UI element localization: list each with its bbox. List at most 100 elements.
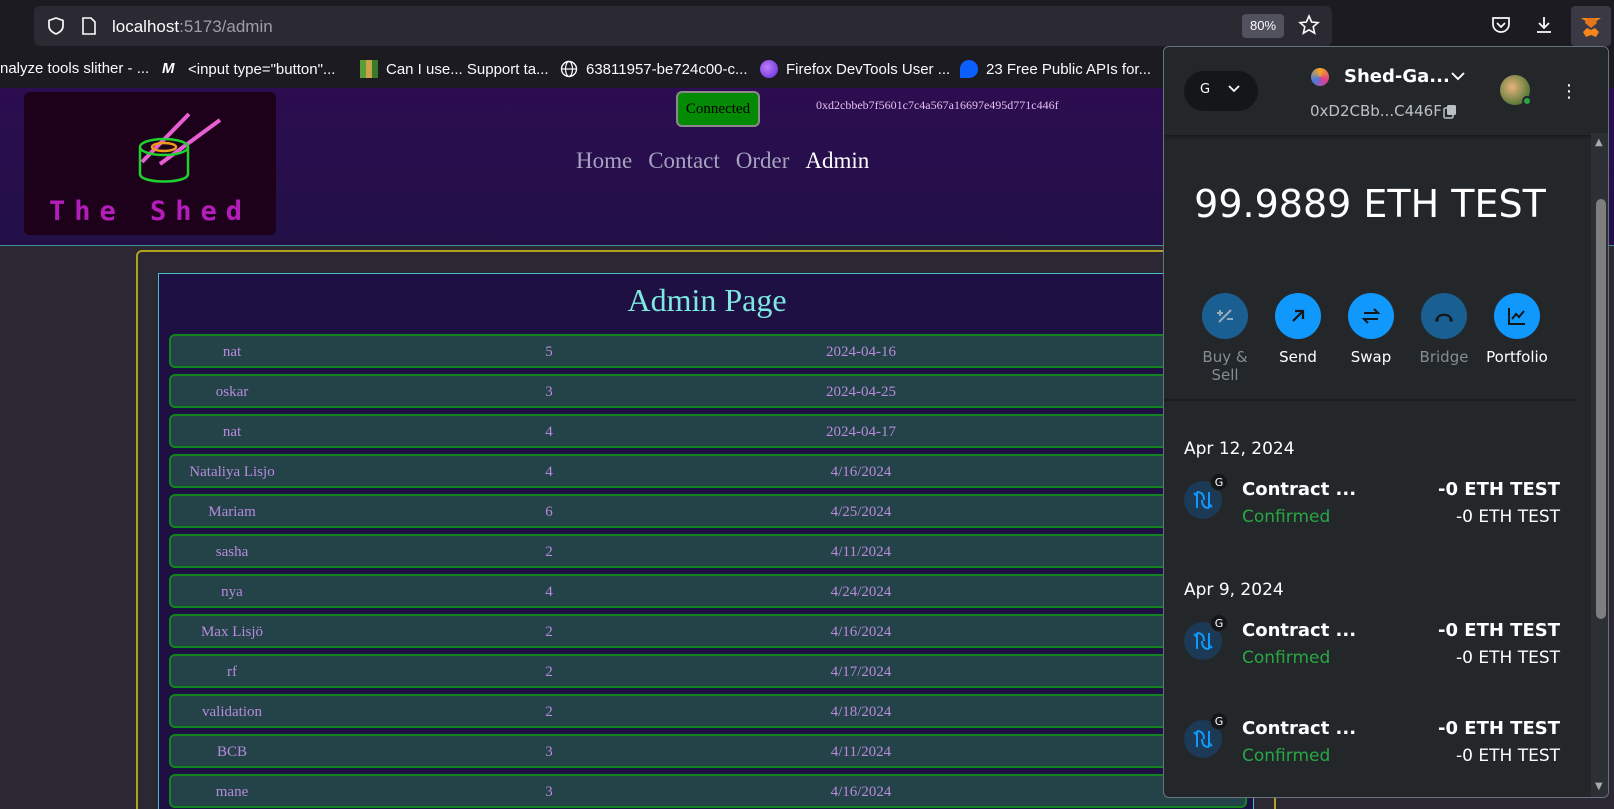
url-host: localhost <box>112 17 180 36</box>
cell-name: oskar <box>215 384 249 400</box>
cell-date: 2024-04-16 <box>826 344 896 360</box>
send-action[interactable]: Send <box>1263 293 1333 366</box>
more-options-icon[interactable]: ⋮ <box>1560 81 1578 102</box>
cell-name: rf <box>227 664 237 680</box>
tx-status: Confirmed <box>1242 648 1331 668</box>
bookmark-label: 23 Free Public APIs for... <box>986 60 1152 78</box>
url-text[interactable]: localhost:5173/admin <box>112 17 273 37</box>
cell-date: 4/11/2024 <box>830 744 892 760</box>
cell-quantity: 4 <box>545 584 553 600</box>
bookmark-item[interactable]: 63811957-be724c00-c... <box>560 60 748 78</box>
tx-title: Contract ... <box>1242 620 1357 641</box>
bookmark-item[interactable]: nalyze tools slither - ... <box>0 60 149 77</box>
cell-quantity: 4 <box>545 464 553 480</box>
metamask-extension-icon[interactable] <box>1571 6 1611 46</box>
cell-quantity: 3 <box>545 744 553 760</box>
tx-amount: -0 ETH TEST <box>1438 718 1560 739</box>
send-arrow-icon <box>1275 293 1321 339</box>
nav-home[interactable]: Home <box>576 148 632 174</box>
globe-icon <box>560 60 578 78</box>
bookmark-item[interactable]: M <input type="button"... <box>162 60 335 78</box>
activity-item[interactable]: G Contract ... Confirmed -0 ETH TEST -0 … <box>1184 712 1560 772</box>
cell-date: 4/18/2024 <box>830 704 892 720</box>
logo-text: The Shed <box>48 196 252 227</box>
scroll-down-icon[interactable]: ▼ <box>1595 781 1603 792</box>
tx-amount-secondary: -0 ETH TEST <box>1456 507 1560 527</box>
pocket-icon[interactable] <box>1490 14 1512 40</box>
tx-amount: -0 ETH TEST <box>1438 620 1560 641</box>
nav-admin[interactable]: Admin <box>805 148 869 174</box>
connected-button[interactable]: Connected <box>676 91 760 127</box>
account-identicon <box>1311 68 1329 86</box>
cell-quantity: 4 <box>545 424 553 440</box>
bookmark-label: 63811957-be724c00-c... <box>586 60 748 78</box>
table-row: nat 4 2024-04-17 <box>169 414 1247 448</box>
bridge-action[interactable]: Bridge <box>1409 293 1479 366</box>
tx-status: Confirmed <box>1242 746 1331 766</box>
action-label: Buy & Sell <box>1202 348 1248 384</box>
bookmark-label: Firefox DevTools User ... <box>786 60 951 78</box>
activity-date: Apr 9, 2024 <box>1184 580 1284 600</box>
url-bar[interactable]: localhost:5173/admin 80% <box>34 6 1332 46</box>
account-name[interactable]: Shed-Ga... <box>1344 66 1450 87</box>
activity-date: Apr 12, 2024 <box>1184 439 1295 459</box>
network-badge: G <box>1210 614 1228 632</box>
table-row: oskar 3 2024-04-25 <box>169 374 1247 408</box>
table-row: nat 5 2024-04-16 <box>169 334 1247 368</box>
account-address[interactable]: 0xD2CBb...C446F <box>1310 102 1442 120</box>
page-icon[interactable] <box>80 16 98 40</box>
scroll-up-icon[interactable]: ▲ <box>1595 137 1603 148</box>
table-row: mane 3 4/16/2024 <box>169 774 1247 808</box>
bookmark-star-icon[interactable] <box>1298 13 1320 40</box>
table-row: sasha 2 4/11/2024 <box>169 534 1247 568</box>
admin-inner-card: Admin Page nat 5 2024-04-16 oskar 3 2024-04-2… <box>158 273 1254 809</box>
browser-toolbar: localhost:5173/admin 80% <box>0 0 1614 52</box>
cell-date: 4/17/2024 <box>830 664 892 680</box>
nav-contact[interactable]: Contact <box>648 148 720 174</box>
buy-sell-action[interactable]: Buy & Sell <box>1190 293 1260 384</box>
nav-order[interactable]: Order <box>736 148 790 174</box>
cell-name: sasha <box>215 544 249 560</box>
balance: 99.9889 ETH TEST <box>1194 182 1546 226</box>
page-title: Admin Page <box>627 282 787 318</box>
bridge-icon <box>1421 293 1467 339</box>
m-logo-icon: M <box>162 60 175 77</box>
table-row: rf 2 4/17/2024 <box>169 654 1247 688</box>
copy-icon[interactable] <box>1442 103 1458 123</box>
tx-title: Contract ... <box>1242 479 1357 500</box>
download-icon[interactable] <box>1533 14 1555 40</box>
portfolio-action[interactable]: Portfolio <box>1482 293 1552 366</box>
url-path: :5173/admin <box>179 17 273 36</box>
table-row: nya 4 4/24/2024 <box>169 574 1247 608</box>
action-label: Swap <box>1350 348 1392 366</box>
zoom-badge[interactable]: 80% <box>1242 14 1284 38</box>
bookmark-item[interactable]: 23 Free Public APIs for... <box>960 60 1151 78</box>
network-picker[interactable]: G <box>1184 71 1258 111</box>
chevron-down-icon[interactable] <box>1449 67 1467 89</box>
activity-item[interactable]: G Contract ... Confirmed -0 ETH TEST -0 … <box>1184 473 1560 533</box>
bookmark-item[interactable]: Can I use... Support ta... <box>360 60 549 78</box>
cell-name: Max Lisjö <box>200 624 264 640</box>
bookmark-item[interactable]: Firefox DevTools User ... <box>760 60 950 78</box>
tx-amount-secondary: -0 ETH TEST <box>1456 746 1560 766</box>
tx-amount: -0 ETH TEST <box>1438 479 1560 500</box>
cell-quantity: 5 <box>545 344 553 360</box>
shed-logo[interactable]: The Shed <box>24 92 276 235</box>
scrollbar[interactable]: ▲ ▼ <box>1591 133 1608 797</box>
cell-date: 4/25/2024 <box>830 504 892 520</box>
swap-action[interactable]: Swap <box>1336 293 1406 366</box>
main-nav: Home Contact Order Admin <box>576 148 869 174</box>
table-row: Max Lisjö 2 4/16/2024 <box>169 614 1247 648</box>
portfolio-chart-icon <box>1494 293 1540 339</box>
bookmark-label: Can I use... Support ta... <box>386 60 549 78</box>
cell-name: Mariam <box>208 504 256 520</box>
cell-date: 4/16/2024 <box>830 784 892 800</box>
activity-item[interactable]: G Contract ... Confirmed -0 ETH TEST -0 … <box>1184 614 1560 674</box>
scrollbar-thumb[interactable] <box>1596 199 1606 619</box>
network-letter: G <box>1200 82 1211 97</box>
shield-icon[interactable] <box>46 16 66 40</box>
action-label: Portfolio <box>1486 348 1548 366</box>
tx-status: Confirmed <box>1242 507 1331 527</box>
cell-date: 4/11/2024 <box>830 544 892 560</box>
cell-name: nat <box>222 424 242 440</box>
